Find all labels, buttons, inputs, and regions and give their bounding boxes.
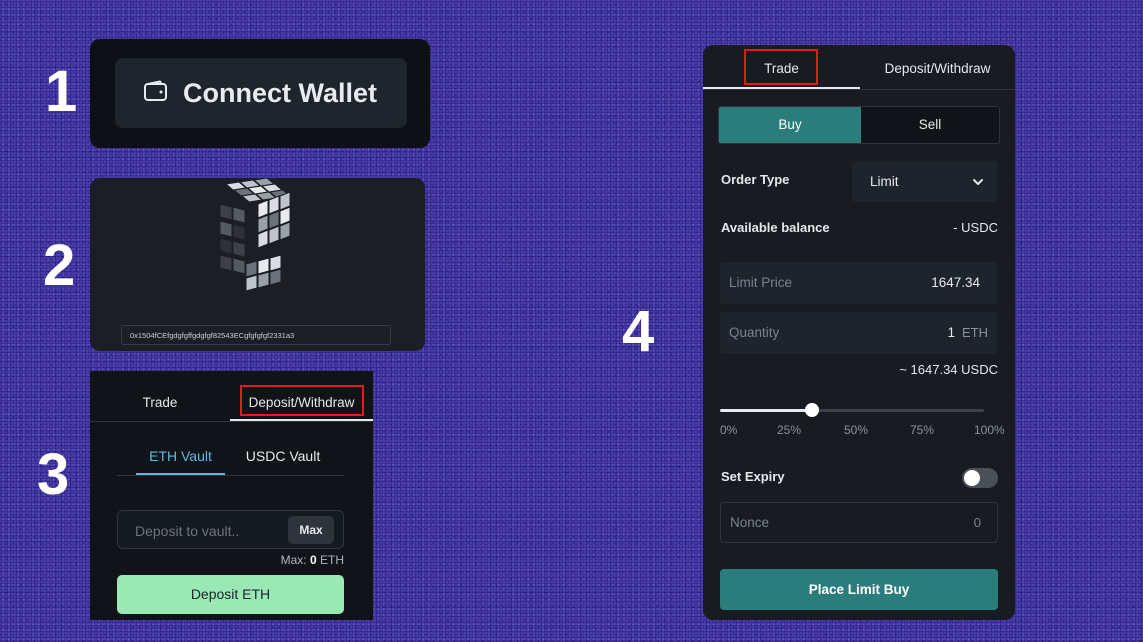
deposit-eth-button[interactable]: Deposit ETH: [117, 575, 344, 614]
slider-thumb[interactable]: [805, 403, 820, 417]
order-type-label: Order Type: [721, 172, 790, 187]
max-button[interactable]: Max: [288, 516, 334, 544]
approx-total: ~ 1647.34 USDC: [899, 362, 998, 377]
wallet-icon: [143, 80, 169, 107]
step-number-3: 3: [37, 442, 70, 507]
max-unit: ETH: [320, 553, 344, 567]
wallet-address-panel: 0x1504fCEfgdgfgffgdgfgf82543ECgfgfgfgf23…: [90, 178, 425, 351]
buy-button[interactable]: Buy: [719, 107, 861, 143]
tab-deposit-withdraw[interactable]: Deposit/Withdraw: [230, 371, 373, 421]
limit-price-value: 1647.34: [931, 275, 980, 290]
slider-tick-75: 75%: [910, 423, 935, 437]
toggle-knob: [964, 470, 980, 486]
tab-usdc-vault[interactable]: USDC Vault: [233, 445, 333, 475]
connect-wallet-button[interactable]: Connect Wallet: [115, 58, 407, 128]
step-number-4: 4: [622, 299, 655, 364]
step-number-2: 2: [43, 233, 76, 298]
available-balance-value: - USDC: [953, 220, 998, 235]
place-limit-buy-button[interactable]: Place Limit Buy: [720, 569, 998, 610]
connect-wallet-panel: Connect Wallet: [90, 39, 430, 148]
deposit-withdraw-panel: Trade Deposit/Withdraw ETH Vault USDC Va…: [90, 371, 373, 620]
order-type-value: Limit: [870, 174, 899, 189]
rubiks-cube-hand-image: [219, 178, 292, 292]
amount-slider[interactable]: [720, 403, 984, 417]
limit-price-field[interactable]: Limit Price 1647.34: [720, 262, 998, 304]
slider-tick-25: 25%: [777, 423, 802, 437]
slider-tick-50: 50%: [844, 423, 869, 437]
sell-button[interactable]: Sell: [861, 107, 999, 143]
chevron-down-icon: [972, 175, 984, 193]
panel3-tab-bar: Trade Deposit/Withdraw: [90, 371, 373, 422]
set-expiry-label: Set Expiry: [721, 469, 785, 484]
available-balance-label: Available balance: [721, 220, 830, 235]
tab-trade[interactable]: Trade: [90, 371, 230, 421]
limit-price-placeholder: Limit Price: [729, 275, 793, 290]
buy-sell-toggle: Buy Sell: [718, 106, 1000, 144]
quantity-value: 1: [947, 325, 955, 340]
tab-trade[interactable]: Trade: [703, 45, 860, 89]
set-expiry-toggle[interactable]: [962, 468, 998, 488]
wallet-address-field[interactable]: 0x1504fCEfgdgfgffgdgfgf82543ECgfgfgfgf23…: [121, 325, 391, 345]
vault-tab-bar: ETH Vault USDC Vault: [117, 445, 344, 476]
quantity-placeholder: Quantity: [729, 325, 780, 340]
quantity-unit: ETH: [962, 325, 988, 340]
slider-tick-0: 0%: [720, 423, 738, 437]
slider-tick-100: 100%: [974, 423, 1005, 437]
slider-fill: [720, 409, 813, 412]
trade-panel: Trade Deposit/Withdraw Buy Sell Order Ty…: [703, 45, 1015, 620]
nonce-field[interactable]: Nonce 0: [720, 502, 998, 543]
deposit-amount-field: Max: [117, 510, 344, 550]
step-number-1: 1: [45, 59, 78, 124]
max-value: 0: [309, 553, 317, 567]
max-balance-text: Max: 0 ETH: [281, 553, 344, 567]
panel4-tab-bar: Trade Deposit/Withdraw: [703, 45, 1015, 90]
tab-eth-vault[interactable]: ETH Vault: [136, 445, 225, 475]
max-label: Max:: [280, 553, 307, 567]
order-type-select[interactable]: Limit: [852, 161, 998, 202]
deposit-amount-input[interactable]: [118, 511, 297, 550]
nonce-value: 0: [973, 515, 981, 530]
tab-deposit-withdraw[interactable]: Deposit/Withdraw: [860, 45, 1015, 89]
connect-wallet-label: Connect Wallet: [183, 77, 378, 108]
quantity-field[interactable]: Quantity 1 ETH: [720, 312, 998, 354]
nonce-placeholder: Nonce: [730, 515, 770, 530]
